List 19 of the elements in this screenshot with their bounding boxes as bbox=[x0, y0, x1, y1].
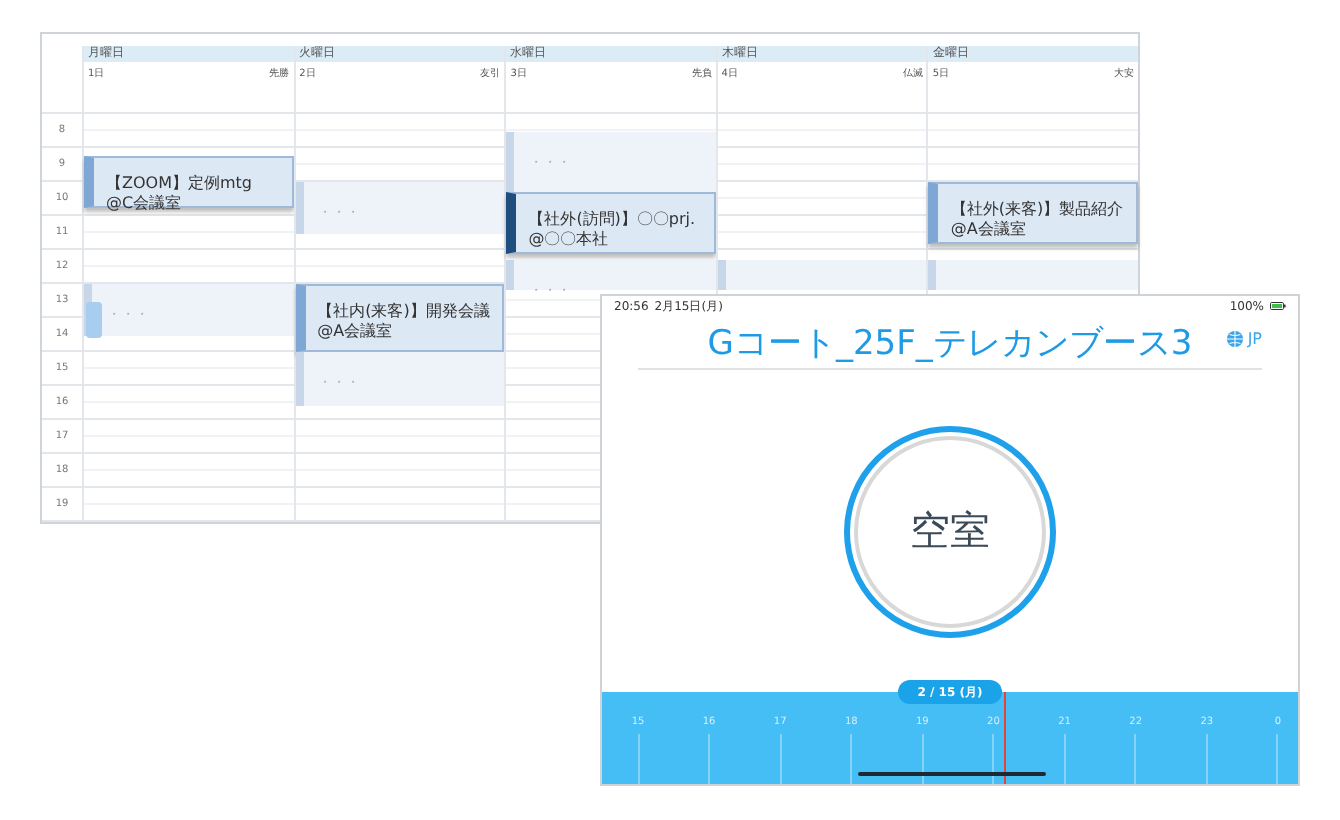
calendar-event[interactable]: 【社内(来客)】開発会議 @A会議室 bbox=[295, 284, 505, 352]
event-title: 【社内(来客)】開発会議 bbox=[317, 302, 492, 322]
language-button[interactable]: JP bbox=[1225, 330, 1262, 348]
event-title: 【社外(訪問)】〇〇prj. bbox=[528, 210, 698, 231]
event-title: 【社外(来客)】製品紹介 bbox=[950, 200, 1126, 220]
calendar-event[interactable] bbox=[86, 301, 102, 339]
calendar-event[interactable]: 【社外(訪問)】〇〇prj. @〇〇本社 bbox=[506, 192, 716, 254]
room-status: 空室 bbox=[854, 435, 1046, 627]
calendar-event[interactable] bbox=[717, 260, 927, 290]
event-location: @〇〇本社 bbox=[528, 230, 611, 251]
event-location: @A会議室 bbox=[317, 322, 395, 342]
globe-icon bbox=[1225, 330, 1244, 348]
room-name: Gコート_25F_テレカンブース3 bbox=[707, 321, 1193, 365]
event-location: @A会議室 bbox=[950, 220, 1028, 240]
calendar-event[interactable]: 【ZOOM】定例mtg @C会議室 bbox=[84, 156, 294, 208]
calendar-event[interactable]: 【社外(来客)】製品紹介 @A会議室 bbox=[928, 182, 1138, 244]
battery-icon bbox=[1270, 302, 1286, 310]
event-title: 【ZOOM】定例mtg bbox=[106, 174, 254, 194]
calendar-event[interactable] bbox=[928, 260, 1138, 290]
